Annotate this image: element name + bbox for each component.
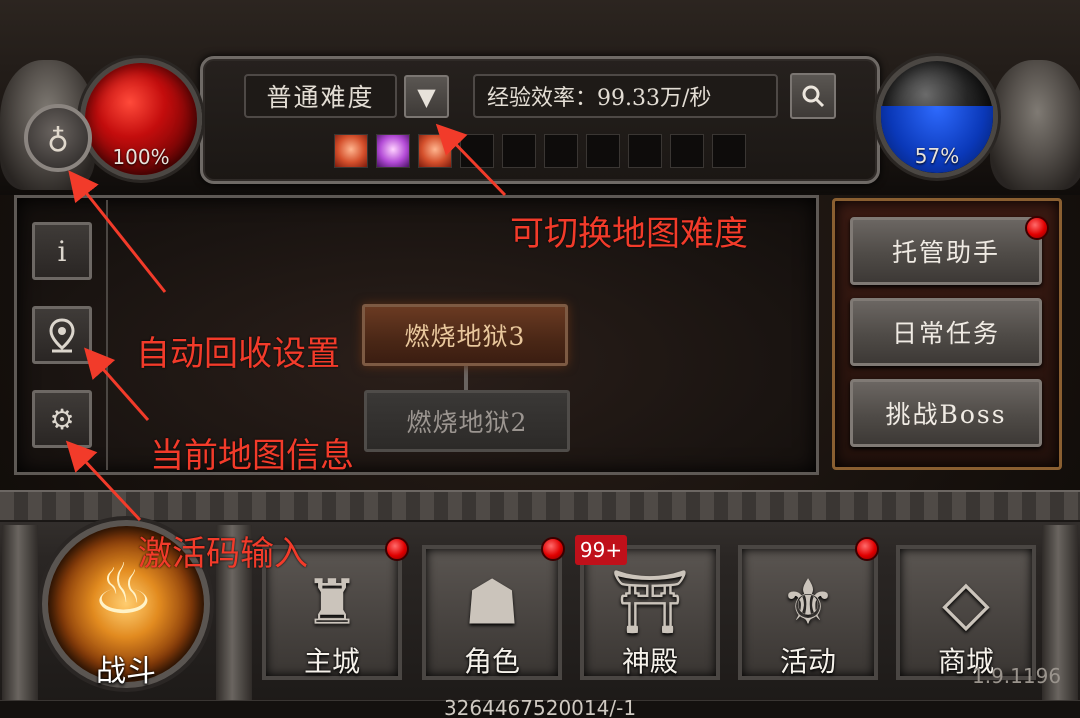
nav-temple[interactable]: ⛩ 神殿	[580, 545, 720, 680]
buff-slot-3[interactable]	[418, 134, 452, 168]
bottom-trim-decoration	[0, 490, 1080, 522]
search-button[interactable]	[790, 73, 836, 119]
notice-dot	[1025, 216, 1049, 240]
count-badge: 99+	[575, 535, 627, 565]
annotation-activation: 激活码输入	[138, 534, 308, 574]
buff-slot-empty	[628, 134, 662, 168]
chevron-down-icon: ▼	[417, 82, 436, 111]
daily-tasks-button[interactable]: 日常任务	[850, 298, 1042, 366]
battle-label: 战斗	[96, 654, 156, 689]
game-screen: 100% 57% ♁ 普通难度 ▼ 经验效率：99.33万/秒 ⅰ ⚙ 燃烧地狱…	[0, 0, 1080, 718]
pillar-decoration	[2, 525, 38, 700]
difficulty-dropdown-button[interactable]: ▼	[404, 75, 449, 118]
info-button[interactable]: ⅰ	[32, 222, 92, 280]
auto-recycle-button[interactable]: ♁	[24, 104, 92, 172]
challenge-boss-button[interactable]: 挑战Boss	[850, 379, 1042, 447]
exp-rate-display: 经验效率：99.33万/秒	[473, 74, 778, 118]
map-node-previous[interactable]: 燃烧地狱2	[364, 390, 570, 452]
temple-icon: ⛩	[610, 565, 690, 639]
annotation-difficulty: 可切换地图难度	[510, 214, 748, 254]
buff-slot-empty	[544, 134, 578, 168]
auto-assist-button[interactable]: 托管助手	[850, 217, 1042, 285]
castle-icon: ♜	[304, 565, 360, 639]
gear-icon: ⚙	[49, 402, 75, 436]
gargoyle-right-decoration	[990, 60, 1080, 190]
settings-button[interactable]: ⚙	[32, 390, 92, 448]
mp-percent: 57%	[914, 144, 960, 168]
annotation-map-info: 当前地图信息	[150, 436, 354, 476]
nav-label: 主城	[303, 645, 360, 678]
buff-slot-empty	[460, 134, 494, 168]
info-icon: ⅰ	[57, 234, 67, 268]
version-text: 1.9.1196	[972, 664, 1062, 688]
difficulty-select[interactable]: 普通难度	[244, 74, 397, 118]
buff-slot-empty	[712, 134, 746, 168]
nav-label: 神殿	[621, 645, 678, 678]
nav-label: 角色	[463, 645, 520, 678]
banner-icon: ⚜	[780, 565, 836, 639]
nav-character[interactable]: ☗ 角色	[422, 545, 562, 680]
search-icon	[802, 85, 825, 108]
nav-activities[interactable]: ⚜ 活动	[738, 545, 878, 680]
annotation-recycle: 自动回收设置	[136, 334, 340, 374]
nav-shop[interactable]: ◇ 商城	[896, 545, 1036, 680]
buff-slot-empty	[670, 134, 704, 168]
potion-icon: ♁	[47, 120, 69, 156]
map-node-connector	[464, 366, 468, 390]
notice-dot	[541, 537, 565, 561]
buff-slot-empty	[586, 134, 620, 168]
diamond-icon: ◇	[942, 565, 990, 639]
buff-slot-empty	[502, 134, 536, 168]
user-id-text: 3264467520014/-1	[443, 696, 637, 718]
map-pin-icon	[49, 318, 75, 353]
map-info-button[interactable]	[32, 306, 92, 364]
buff-slot-1[interactable]	[334, 134, 368, 168]
notice-dot	[385, 537, 409, 561]
nav-label: 活动	[779, 645, 836, 678]
helmet-icon: ☗	[464, 565, 520, 639]
map-node-current[interactable]: 燃烧地狱3	[362, 304, 568, 366]
notice-dot	[855, 537, 879, 561]
buff-slot-2[interactable]	[376, 134, 410, 168]
hp-percent: 100%	[112, 145, 170, 169]
